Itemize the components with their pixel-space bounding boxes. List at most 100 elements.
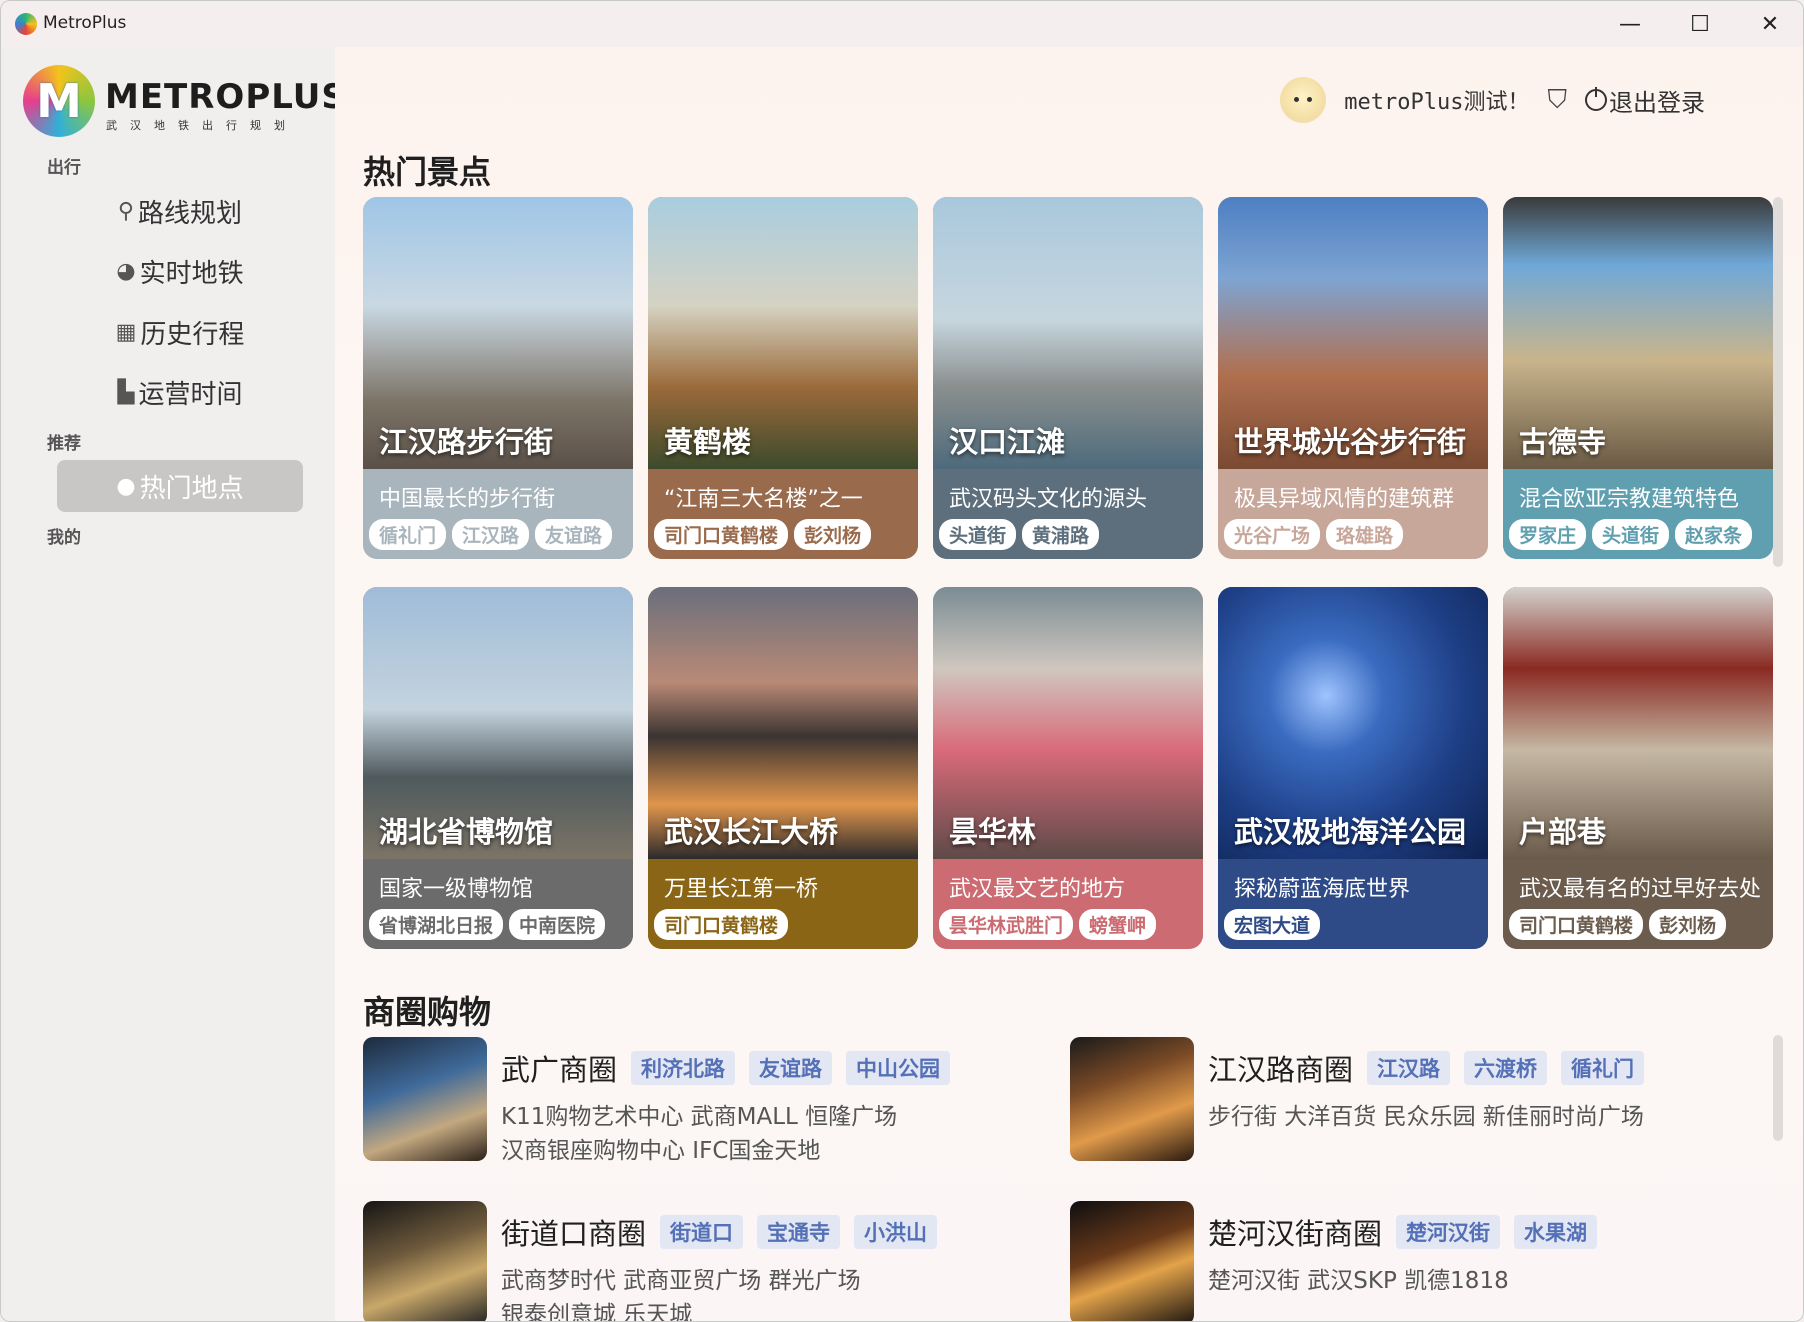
station-tag[interactable]: 水果湖 [1514, 1215, 1598, 1249]
attraction-name: 武汉极地海洋公园 [1234, 815, 1467, 849]
attraction-name: 江汉路步行街 [379, 425, 554, 459]
station-tag[interactable]: 街道口 [660, 1215, 744, 1249]
user-area: metroPlus测试！ ⛉ 退出登录 [1280, 77, 1705, 123]
document-icon: ▙ [117, 379, 135, 405]
station-tag[interactable]: 赵家条 [1675, 519, 1753, 550]
app-window: MetroPlus — ☐ ✕ M METROPLUS 武汉地铁出行规划 出行 … [0, 0, 1804, 1322]
station-tag[interactable]: 光谷广场 [1224, 519, 1321, 550]
mall-item[interactable]: 楚河汉街商圈 楚河汉街 水果湖 楚河汉街 武汉SKP 凯德1818 [1070, 1201, 1770, 1321]
station-tag[interactable]: 司门口黄鹤楼 [654, 909, 789, 940]
station-tags: 司门口黄鹤楼 彭刘杨 [654, 519, 872, 550]
station-tag[interactable]: 循礼门 [369, 519, 447, 550]
station-tag[interactable]: 友谊路 [749, 1051, 833, 1085]
fire-icon: ● [116, 473, 136, 499]
station-tag[interactable]: 利济北路 [631, 1051, 736, 1085]
sidebar-item-hot-places[interactable]: ● 热门地点 [57, 460, 303, 512]
attraction-description: 武汉最文艺的地方 [949, 877, 1126, 902]
station-tag[interactable]: 省博湖北日报 [369, 909, 504, 940]
avatar[interactable] [1280, 77, 1327, 123]
station-tag[interactable]: 珞雄路 [1326, 519, 1404, 550]
mall-shops-line: 银泰创意城 乐天城 [501, 1302, 693, 1322]
station-tag[interactable]: 司门口黄鹤楼 [654, 519, 789, 550]
station-tag[interactable]: 中南医院 [509, 909, 606, 940]
user-name: metroPlus测试！ [1344, 90, 1530, 115]
attraction-info: “江南三大名楼”之一 司门口黄鹤楼 彭刘杨 [648, 469, 918, 559]
station-tag[interactable]: 楚河汉街 [1396, 1215, 1501, 1249]
mall-item[interactable]: 江汉路商圈 江汉路 六渡桥 循礼门 步行街 大洋百货 民众乐园 新佳丽时尚广场 [1070, 1037, 1770, 1165]
scrollbar[interactable] [1773, 197, 1783, 567]
clock-icon: ◕ [116, 258, 136, 284]
sidebar-item-operating-hours[interactable]: ▙ 运营时间 [57, 366, 303, 418]
attraction-card[interactable]: 江汉路步行街 中国最长的步行街 循礼门 江汉路 友谊路 [363, 197, 633, 559]
section-label-travel: 出行 [47, 158, 81, 178]
mall-item[interactable]: 武广商圈 利济北路 友谊路 中山公园 K11购物艺术中心 武商MALL 恒隆广场 汉商银座… [363, 1037, 1063, 1165]
station-tag[interactable]: 宝通寺 [757, 1215, 841, 1249]
station-tag[interactable]: 彭刘杨 [794, 519, 872, 550]
logout-button[interactable]: 退出登录 [1585, 83, 1705, 118]
malls-scrollbar[interactable] [1773, 1035, 1783, 1141]
sidebar-item-label: 历史行程 [140, 319, 245, 350]
attraction-description: 国家一级博物馆 [379, 877, 534, 902]
sidebar-item-realtime-metro[interactable]: ◕ 实时地铁 [57, 245, 303, 297]
minimize-button[interactable]: — [1595, 1, 1665, 47]
attraction-name: 世界城光谷步行街 [1234, 425, 1467, 459]
mall-thumbnail [363, 1037, 487, 1161]
attraction-description: 武汉码头文化的源头 [949, 487, 1148, 512]
station-tag[interactable]: 黄浦路 [1022, 519, 1100, 550]
station-tag[interactable]: 头道街 [939, 519, 1017, 550]
station-tags: 循礼门 江汉路 友谊路 [369, 519, 613, 550]
attraction-name: 古德寺 [1519, 425, 1607, 459]
station-tag[interactable]: 江汉路 [452, 519, 530, 550]
attraction-description: 探秘蔚蓝海底世界 [1234, 877, 1411, 902]
title-bar: MetroPlus — ☐ ✕ [1, 1, 1803, 47]
attraction-card[interactable]: 武汉极地海洋公园探秘蔚蓝海底世界宏图大道 [1218, 587, 1488, 949]
maximize-button[interactable]: ☐ [1665, 1, 1735, 47]
attraction-info: 万里长江第一桥司门口黄鹤楼 [648, 859, 918, 949]
station-tag[interactable]: 六渡桥 [1464, 1051, 1548, 1085]
station-tags: 司门口黄鹤楼 彭刘杨 [1509, 909, 1727, 940]
mall-item[interactable]: 街道口商圈 街道口 宝通寺 小洪山 武商梦时代 武商亚贸广场 群光广场 银泰创意城 乐天城 [363, 1201, 1063, 1322]
sidebar-item-route-planning[interactable]: ⚲ 路线规划 [57, 185, 303, 237]
attraction-info: 国家一级博物馆省博湖北日报 中南医院 [363, 859, 633, 949]
attraction-card[interactable]: 汉口江滩 武汉码头文化的源头 头道街 黄浦路 [933, 197, 1203, 559]
station-tag[interactable]: 小洪山 [854, 1215, 938, 1249]
station-tag[interactable]: 循礼门 [1561, 1051, 1645, 1085]
station-tags: 昙华林武胜门 螃蟹岬 [939, 909, 1157, 940]
mall-thumbnail [1070, 1201, 1194, 1321]
attraction-card[interactable]: 湖北省博物馆 国家一级博物馆 省博湖北日报 中南医院 [363, 587, 633, 949]
attraction-name: 昙华林 [949, 815, 1037, 849]
section-label-recommend: 推荐 [47, 434, 81, 454]
station-tag[interactable]: 江汉路 [1367, 1051, 1451, 1085]
attraction-card[interactable]: 黄鹤楼 “江南三大名楼”之一 司门口黄鹤楼 彭刘杨 [648, 197, 918, 559]
attraction-card[interactable]: 户部巷武汉最有名的过早好去处 司门口黄鹤楼 彭刘杨 [1503, 587, 1773, 949]
location-pin-icon: ⚲ [117, 198, 135, 224]
station-tag[interactable]: 昙华林武胜门 [939, 909, 1074, 940]
logo-subtitle: 武汉地铁出行规划 [106, 119, 298, 132]
station-tag[interactable]: 宏图大道 [1224, 909, 1321, 940]
station-tag[interactable]: 罗家庄 [1509, 519, 1587, 550]
station-tag[interactable]: 友谊路 [535, 519, 613, 550]
attraction-info: 极具异域风情的建筑群 光谷广场 珞雄路 [1218, 469, 1488, 559]
attraction-card[interactable]: 古德寺 混合欧亚宗教建筑特色 罗家庄 头道街 赵家条 [1503, 197, 1773, 559]
attraction-card[interactable]: 昙华林武汉最文艺的地方昙华林武胜门 螃蟹岬 [933, 587, 1203, 949]
mall-title-line: 武广商圈 利济北路 友谊路 中山公园 [501, 1047, 951, 1089]
sidebar: M METROPLUS 武汉地铁出行规划 出行 ⚲ 路线规划 ◕ 实时地铁 ▦ … [1, 47, 346, 1321]
attraction-name: 户部巷 [1519, 815, 1607, 849]
close-button[interactable]: ✕ [1735, 1, 1803, 47]
station-tag[interactable]: 头道街 [1592, 519, 1670, 550]
hot-spots-title: 热门景点 [363, 153, 492, 191]
mall-name: 江汉路商圈 [1208, 1053, 1354, 1087]
mall-name: 楚河汉街商圈 [1208, 1217, 1383, 1251]
station-tag[interactable]: 司门口黄鹤楼 [1509, 909, 1644, 940]
mall-shops-line: 武商梦时代 武商亚贸广场 群光广场 [501, 1268, 861, 1294]
station-tags: 头道街 黄浦路 [939, 519, 1100, 550]
station-tag[interactable]: 彭刘杨 [1649, 909, 1727, 940]
sidebar-item-trip-history[interactable]: ▦ 历史行程 [57, 306, 303, 358]
station-tag[interactable]: 螃蟹岬 [1079, 909, 1157, 940]
station-tag[interactable]: 中山公园 [846, 1051, 951, 1085]
attraction-description: 万里长江第一桥 [664, 877, 819, 902]
attraction-info: 武汉最有名的过早好去处 司门口黄鹤楼 彭刘杨 [1503, 859, 1773, 949]
attraction-card[interactable]: 世界城光谷步行街极具异域风情的建筑群 光谷广场 珞雄路 [1218, 197, 1488, 559]
attraction-card[interactable]: 武汉长江大桥 万里长江第一桥 司门口黄鹤楼 [648, 587, 918, 949]
shirt-icon[interactable]: ⛉ [1547, 85, 1567, 116]
